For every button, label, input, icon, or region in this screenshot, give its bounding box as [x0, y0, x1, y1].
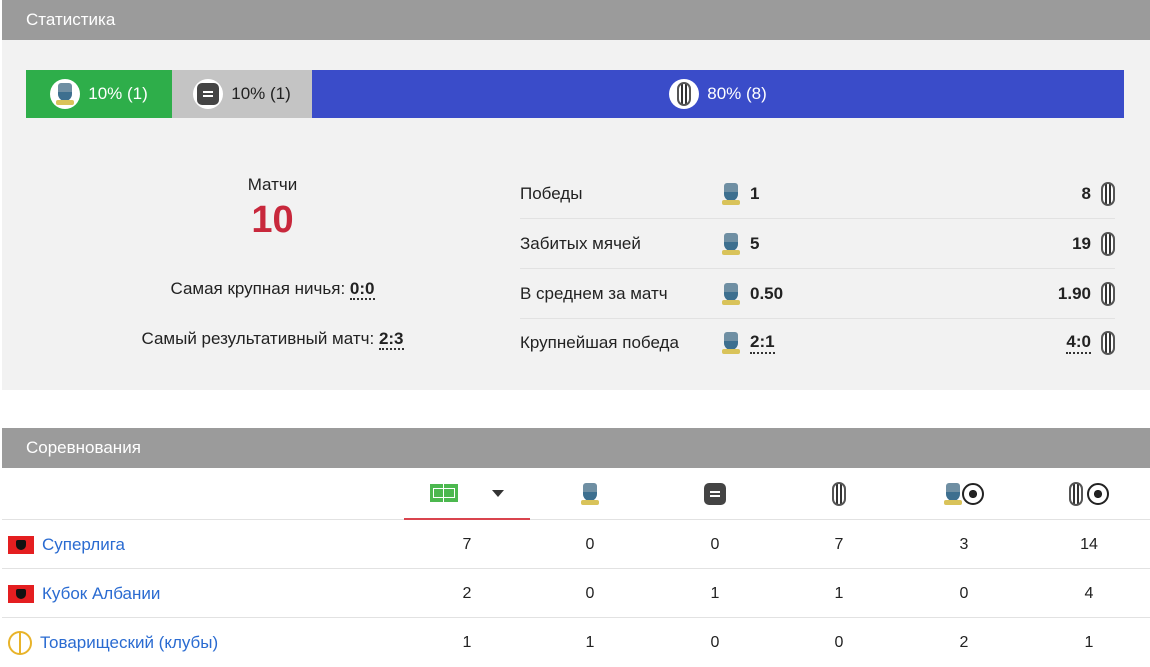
cell-matches: 1 — [462, 633, 472, 651]
top-scoring-score[interactable]: 2:3 — [378, 329, 404, 350]
home-value: 0.50 — [750, 283, 784, 303]
matches-icon — [430, 484, 458, 502]
competition-link[interactable]: Товарищеский (клубы) — [40, 633, 218, 653]
top-scoring-label: Самый результативный матч: — [141, 329, 375, 348]
comparison-row-goals: Забитых мячей 5 19 — [520, 219, 1115, 269]
table-row: Товарищеский (клубы) 1 1 0 0 2 1 — [2, 618, 1150, 667]
comparison-label: Забитых мячей — [520, 233, 641, 253]
draws-segment[interactable]: 10% (1) — [172, 70, 312, 118]
competition-link[interactable]: Кубок Албании — [42, 584, 160, 604]
home-value[interactable]: 2:1 — [750, 332, 775, 354]
cell-home-goals: 0 — [959, 584, 969, 602]
comparison-label: Крупнейшая победа — [520, 333, 679, 352]
draws-percent: 10% (1) — [231, 84, 291, 103]
top-scoring-match: Самый результативный матч: 2:3 — [100, 329, 445, 350]
column-away-goals[interactable] — [1029, 468, 1149, 520]
ball-icon — [962, 483, 984, 505]
cell-matches: 7 — [462, 535, 472, 553]
cell-matches: 2 — [462, 584, 472, 602]
results-bar: 10% (1) 10% (1) 80% (8) — [26, 70, 1124, 118]
home-team-crest-icon — [722, 282, 740, 305]
cell-home-wins: 1 — [585, 633, 595, 651]
losses-percent: 80% (8) — [707, 84, 767, 103]
home-team-crest-icon — [722, 232, 740, 255]
column-draws[interactable] — [655, 468, 775, 520]
cell-draws: 1 — [710, 584, 720, 602]
cell-home-goals: 2 — [959, 633, 969, 651]
comparison-row-wins: Победы 1 8 — [520, 169, 1115, 219]
wins-segment[interactable]: 10% (1) — [26, 70, 172, 118]
away-team-crest-icon — [669, 79, 700, 109]
matches-label: Матчи — [247, 175, 298, 194]
home-team-crest-icon — [722, 332, 740, 354]
losses-segment[interactable]: 80% (8) — [312, 70, 1124, 118]
table-row: Суперлига 7 0 0 7 3 14 — [2, 520, 1150, 569]
biggest-draw: Самая крупная ничья: 0:0 — [100, 279, 445, 300]
away-value: 1.90 — [1057, 283, 1091, 303]
wins-percent: 10% (1) — [88, 84, 148, 103]
cell-home-goals: 3 — [959, 535, 969, 553]
cell-away-goals: 4 — [1084, 584, 1094, 602]
table-header — [2, 468, 1150, 520]
column-matches[interactable] — [404, 468, 530, 520]
ball-icon — [1087, 483, 1110, 505]
away-value: 8 — [1081, 183, 1091, 203]
competitions-table: Суперлига 7 0 0 7 3 14 Кубок Албании 2 0… — [2, 468, 1150, 667]
away-value[interactable]: 4:0 — [1066, 332, 1091, 354]
home-team-crest-icon — [722, 182, 740, 205]
column-away-wins[interactable] — [779, 468, 899, 520]
matches-count: 10 — [251, 199, 294, 241]
competition-link[interactable]: Суперлига — [42, 535, 125, 555]
home-value: 1 — [750, 183, 760, 203]
cell-home-wins: 0 — [585, 584, 595, 602]
peace-icon — [8, 630, 32, 655]
biggest-draw-label: Самая крупная ничья: — [170, 279, 346, 298]
albania-flag-icon — [8, 584, 34, 603]
cell-away-wins: 0 — [834, 633, 844, 651]
sort-desc-icon — [492, 489, 504, 497]
cell-away-goals: 1 — [1084, 633, 1094, 651]
table-row: Кубок Албании 2 0 1 1 0 4 — [2, 569, 1150, 618]
albania-flag-icon — [8, 535, 34, 554]
away-team-crest-icon — [1101, 281, 1115, 306]
home-goals-icon — [944, 483, 962, 505]
cell-draws: 0 — [710, 633, 720, 651]
cell-draws: 0 — [710, 535, 720, 553]
column-home-goals[interactable] — [904, 468, 1024, 520]
competitions-header: Соревнования — [2, 428, 1150, 468]
away-team-crest-icon — [1101, 181, 1115, 206]
cell-home-wins: 0 — [585, 535, 595, 553]
away-wins-icon — [832, 482, 846, 506]
comparison-row-average: В среднем за матч 0.50 1.90 — [520, 269, 1115, 319]
biggest-draw-score[interactable]: 0:0 — [349, 279, 375, 300]
draws-icon — [704, 483, 726, 505]
comparison-label: В среднем за матч — [520, 283, 668, 303]
draw-icon — [193, 79, 224, 109]
away-team-crest-icon — [1101, 331, 1115, 355]
away-team-crest-icon — [1101, 231, 1115, 256]
home-team-crest-icon — [50, 79, 81, 109]
home-value: 5 — [750, 233, 760, 253]
summary-column: Матчи 10 Самая крупная ничья: 0:0 Самый … — [100, 175, 445, 350]
away-value: 19 — [1072, 233, 1091, 253]
statistics-header: Статистика — [2, 0, 1150, 40]
home-wins-icon — [581, 483, 599, 505]
comparison-row-biggest-win: Крупнейшая победа 2:1 4:0 — [520, 318, 1115, 368]
cell-away-goals: 14 — [1080, 535, 1098, 553]
cell-away-wins: 1 — [834, 584, 844, 602]
column-home-wins[interactable] — [530, 468, 650, 520]
cell-away-wins: 7 — [834, 535, 844, 553]
away-goals-icon — [1068, 482, 1083, 506]
comparison-label: Победы — [520, 183, 583, 203]
